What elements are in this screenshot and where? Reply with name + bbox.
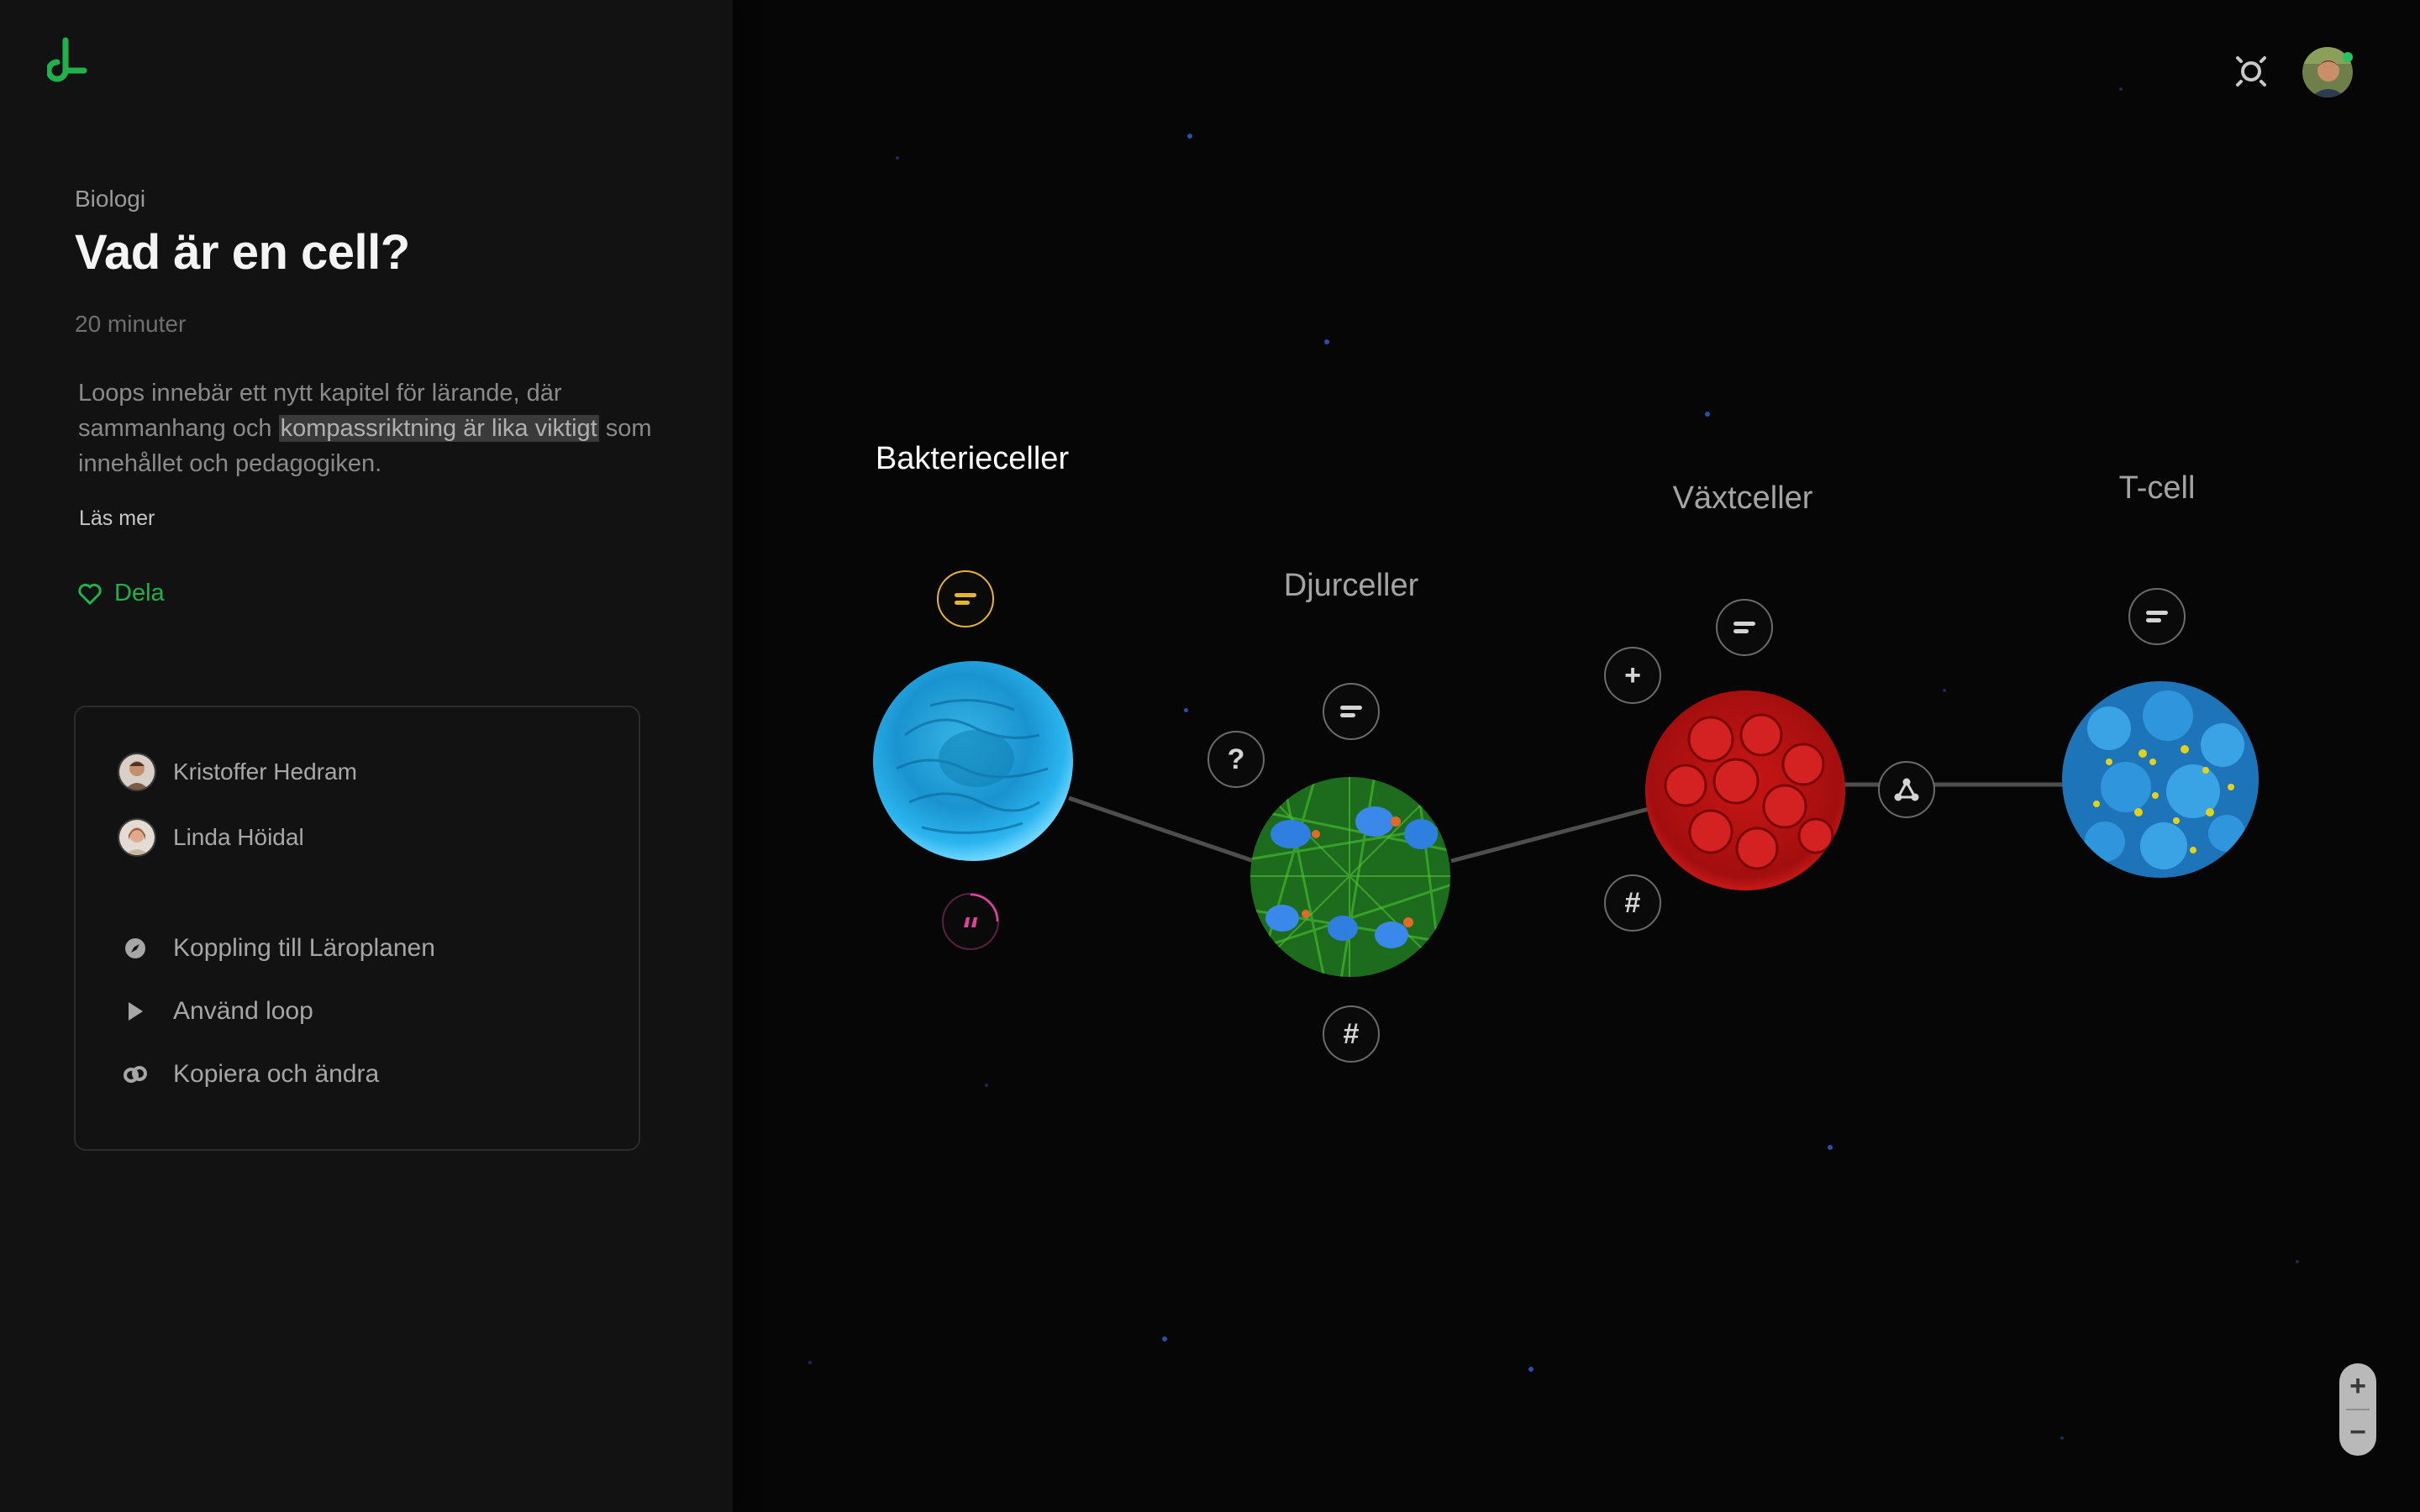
sun-settings-icon [2236, 56, 2266, 87]
hashtag-button[interactable]: # [1604, 874, 1661, 932]
action-label: Koppling till Läroplanen [173, 934, 435, 962]
avatar [118, 753, 156, 791]
heart-icon [78, 583, 102, 605]
read-more-link[interactable]: Läs mer [79, 507, 155, 531]
add-button[interactable]: + [1604, 647, 1661, 704]
node-label-vaxtceller[interactable]: Växtceller [1673, 480, 1813, 517]
play-icon [123, 999, 148, 1024]
share-label: Dela [114, 580, 165, 606]
plant-cell-node[interactable] [1644, 689, 1847, 892]
author-item[interactable]: Kristoffer Hedram [118, 753, 357, 791]
author-name: Kristoffer Hedram [173, 759, 357, 785]
question-button[interactable]: ? [1207, 731, 1265, 788]
text-content-button[interactable] [937, 570, 994, 627]
text-content-button[interactable] [2128, 588, 2186, 645]
hash-icon: # [1624, 886, 1641, 919]
text-content-button[interactable] [1323, 683, 1380, 740]
loops-logo[interactable] [47, 35, 94, 94]
quote-progress-arc [970, 893, 999, 922]
zoom-control: + − [2339, 1363, 2376, 1456]
network-button[interactable] [1878, 761, 1935, 818]
duration-label: 20 minuter [75, 311, 187, 337]
compass-icon [123, 936, 148, 961]
subject-label: Biologi [75, 186, 146, 212]
loop-info-card: Kristoffer Hedram Linda Höidal Koppling … [74, 706, 640, 1151]
text-content-button[interactable] [1716, 599, 1773, 656]
sidebar: Biologi Vad är en cell? 20 minuter Loops… [0, 0, 733, 1512]
share-button[interactable]: Dela [77, 580, 165, 607]
node-label-djurceller[interactable]: Djurceller [1284, 568, 1418, 604]
link-icon [123, 1062, 148, 1087]
hashtag-button[interactable]: # [1323, 1005, 1380, 1063]
curriculum-link-action[interactable]: Koppling till Läroplanen [123, 934, 435, 963]
author-name: Linda Höidal [173, 824, 304, 850]
use-loop-action[interactable]: Använd loop [123, 997, 313, 1026]
zoom-divider [2346, 1409, 2370, 1410]
page-title: Vad är en cell? [75, 225, 410, 280]
zoom-out-button[interactable]: − [2339, 1410, 2376, 1456]
avatar [118, 818, 156, 857]
network-icon [1894, 778, 1919, 801]
hash-icon: # [1343, 1017, 1360, 1050]
text-lines-icon [955, 593, 976, 605]
action-label: Använd loop [173, 997, 313, 1025]
zoom-in-button[interactable]: + [2339, 1363, 2376, 1410]
loop-map-canvas[interactable]: Bakterieceller Djurceller Växtceller T-c… [733, 0, 2420, 1512]
user-avatar-button[interactable] [2301, 45, 2354, 99]
text-lines-icon [1340, 706, 1362, 717]
action-label: Kopiera och ändra [173, 1060, 380, 1088]
text-lines-icon [1733, 622, 1755, 633]
author-item[interactable]: Linda Höidal [118, 818, 304, 857]
question-icon: ? [1227, 743, 1245, 775]
plus-icon: + [1624, 659, 1641, 691]
node-label-t-cell[interactable]: T-cell [2119, 470, 2196, 507]
copy-edit-action[interactable]: Kopiera och ändra [123, 1060, 379, 1089]
t-cell-node[interactable] [2059, 678, 2262, 881]
settings-button[interactable] [2232, 52, 2270, 91]
bacteria-cell-node[interactable] [871, 659, 1075, 863]
animal-cell-node[interactable] [1249, 775, 1452, 979]
online-status-dot [2343, 52, 2353, 62]
node-label-bakterieceller[interactable]: Bakterieceller [876, 441, 1069, 477]
description-highlight: kompassriktning är lika viktigt [278, 415, 599, 442]
text-lines-icon [2146, 611, 2168, 622]
description-text: Loops innebär ett nytt kapitel för läran… [78, 375, 666, 481]
